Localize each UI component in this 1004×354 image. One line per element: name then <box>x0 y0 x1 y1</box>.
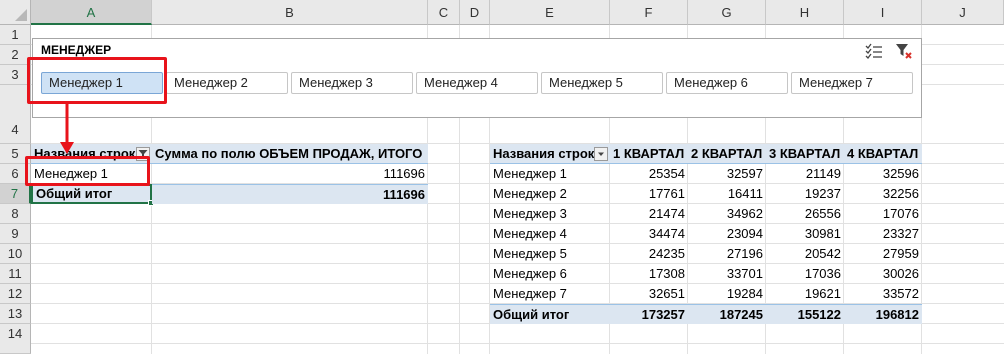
corner-triangle-icon <box>15 9 27 21</box>
row-header-1[interactable]: 1 <box>0 25 31 45</box>
pivot2-total-cell[interactable]: 155122 <box>766 304 844 324</box>
pivot2-cell[interactable]: 21149 <box>766 164 844 184</box>
pivot2-row-label[interactable]: Менеджер 4 <box>490 224 610 244</box>
column-header-c[interactable]: C <box>428 0 460 25</box>
dropdown-arrow-icon <box>598 152 604 156</box>
row-header-7[interactable]: 7 <box>0 184 31 204</box>
column-header-b[interactable]: B <box>152 0 428 25</box>
slicer-item-manager-2[interactable]: Менеджер 2 <box>166 72 288 94</box>
multi-select-icon[interactable] <box>865 43 883 59</box>
pivot2-cell[interactable]: 32651 <box>610 284 688 304</box>
slicer-item-manager-4[interactable]: Менеджер 4 <box>416 72 538 94</box>
pivot2-row-label[interactable]: Менеджер 2 <box>490 184 610 204</box>
slicer-title: МЕНЕДЖЕР <box>41 43 112 57</box>
pivot2-total-label[interactable]: Общий итог <box>490 304 610 324</box>
select-all-corner[interactable] <box>0 0 31 25</box>
pivot2-row-label[interactable]: Менеджер 1 <box>490 164 610 184</box>
pivot2-cell[interactable]: 25354 <box>610 164 688 184</box>
column-header-j[interactable]: J <box>922 0 1004 25</box>
pivot2-cell[interactable]: 27959 <box>844 244 922 264</box>
pivot2-row-dropdown[interactable] <box>594 147 608 161</box>
pivot2-total-cell[interactable]: 196812 <box>844 304 922 324</box>
slicer-item-manager-6[interactable]: Менеджер 6 <box>666 72 788 94</box>
row-header-13[interactable]: 13 <box>0 304 31 324</box>
gridline-h <box>31 343 1004 344</box>
pivot2-cell[interactable]: 23327 <box>844 224 922 244</box>
column-header-d[interactable]: D <box>460 0 490 25</box>
pivot1-value-header: Сумма по полю ОБЪЕМ ПРОДАЖ, ИТОГО <box>152 144 428 164</box>
highlight-box-slicer-item <box>27 57 167 104</box>
row-header-12[interactable]: 12 <box>0 284 31 304</box>
pivot2-cell[interactable]: 17076 <box>844 204 922 224</box>
pivot2-total-cell[interactable]: 173257 <box>610 304 688 324</box>
pivot2-cell[interactable]: 23094 <box>688 224 766 244</box>
column-header-g[interactable]: G <box>688 0 766 25</box>
pivot2-cell[interactable]: 26556 <box>766 204 844 224</box>
pivot2-row-label[interactable]: Менеджер 3 <box>490 204 610 224</box>
pivot2-cell[interactable]: 19284 <box>688 284 766 304</box>
pivot2-cell[interactable]: 17308 <box>610 264 688 284</box>
pivot1-row-value[interactable]: 111696 <box>152 164 428 184</box>
pivot2-cell[interactable]: 24235 <box>610 244 688 264</box>
pivot2-cell[interactable]: 33572 <box>844 284 922 304</box>
pivot2-col-header-q2: 2 КВАРТАЛ <box>688 144 766 164</box>
pivot2-cell[interactable]: 32256 <box>844 184 922 204</box>
pivot2-row-label[interactable]: Менеджер 6 <box>490 264 610 284</box>
clear-filter-icon[interactable] <box>895 43 913 60</box>
pivot2-cell[interactable]: 19237 <box>766 184 844 204</box>
pivot2-cell[interactable]: 32596 <box>844 164 922 184</box>
slicer-item-manager-3[interactable]: Менеджер 3 <box>291 72 413 94</box>
pivot2-col-header-q4: 4 КВАРТАЛ <box>844 144 922 164</box>
column-header-h[interactable]: H <box>766 0 844 25</box>
pivot2-cell[interactable]: 17761 <box>610 184 688 204</box>
pivot1-total-value[interactable]: 111696 <box>152 184 428 204</box>
annotation-arrow-icon <box>60 102 74 154</box>
column-header-i[interactable]: I <box>844 0 922 25</box>
pivot2-cell[interactable]: 21474 <box>610 204 688 224</box>
pivot2-cell[interactable]: 27196 <box>688 244 766 264</box>
highlight-box-pivot-row <box>25 156 150 186</box>
pivot2-cell[interactable]: 19621 <box>766 284 844 304</box>
pivot2-cell[interactable]: 32597 <box>688 164 766 184</box>
column-header-f[interactable]: F <box>610 0 688 25</box>
row-header-14[interactable]: 14 <box>0 324 31 354</box>
slicer-item-manager-5[interactable]: Менеджер 5 <box>541 72 663 94</box>
row-header-11[interactable]: 11 <box>0 264 31 284</box>
row-header-9[interactable]: 9 <box>0 224 31 244</box>
pivot2-col-header-q3: 3 КВАРТАЛ <box>766 144 844 164</box>
pivot2-row-header: Названия строк <box>490 144 610 164</box>
pivot2-cell[interactable]: 17036 <box>766 264 844 284</box>
row-header-8[interactable]: 8 <box>0 204 31 224</box>
pivot2-cell[interactable]: 16411 <box>688 184 766 204</box>
pivot2-cell[interactable]: 30981 <box>766 224 844 244</box>
pivot2-cell[interactable]: 34474 <box>610 224 688 244</box>
pivot2-total-cell[interactable]: 187245 <box>688 304 766 324</box>
slicer-item-manager-7[interactable]: Менеджер 7 <box>791 72 913 94</box>
pivot2-row-label[interactable]: Менеджер 5 <box>490 244 610 264</box>
pivot2-cell[interactable]: 34962 <box>688 204 766 224</box>
pivot2-col-header-q1: 1 КВАРТАЛ <box>610 144 688 164</box>
pivot2-cell[interactable]: 20542 <box>766 244 844 264</box>
column-header-e[interactable]: E <box>490 0 610 25</box>
pivot1-total-label[interactable]: Общий итог <box>31 184 152 204</box>
pivot2-cell[interactable]: 33701 <box>688 264 766 284</box>
column-header-a[interactable]: A <box>31 0 152 25</box>
row-header-10[interactable]: 10 <box>0 244 31 264</box>
pivot2-row-label[interactable]: Менеджер 7 <box>490 284 610 304</box>
pivot2-cell[interactable]: 30026 <box>844 264 922 284</box>
